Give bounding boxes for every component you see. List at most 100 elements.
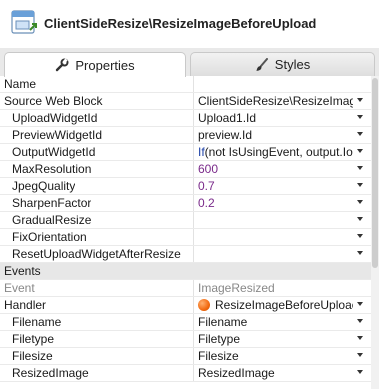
property-name: ResetUploadWidgetAfterResize bbox=[12, 247, 181, 261]
property-value[interactable] bbox=[198, 76, 353, 92]
property-value[interactable]: Filetype bbox=[198, 331, 353, 347]
dropdown-arrow-icon[interactable] bbox=[357, 353, 363, 357]
property-value[interactable]: 600 bbox=[198, 161, 353, 177]
tab-properties[interactable]: Properties bbox=[4, 52, 186, 77]
tab-styles-label: Styles bbox=[274, 57, 311, 72]
property-name: SharpenFactor bbox=[12, 196, 92, 210]
tab-bar: Properties Styles bbox=[0, 48, 379, 77]
column-divider bbox=[193, 144, 194, 160]
property-name: Name bbox=[4, 77, 37, 91]
column-divider bbox=[193, 314, 194, 330]
property-row[interactable]: UploadWidgetId Upload1.Id bbox=[0, 110, 379, 127]
expression-text: (not IsUsingEvent, output.Io bbox=[204, 145, 353, 159]
dropdown-arrow-icon[interactable] bbox=[357, 115, 363, 119]
property-value[interactable]: 0.2 bbox=[198, 195, 353, 211]
property-name: Event bbox=[4, 281, 35, 295]
dropdown-arrow-icon[interactable] bbox=[357, 200, 363, 204]
property-value[interactable]: ResizedImage bbox=[198, 365, 353, 381]
property-name: JpegQuality bbox=[12, 179, 76, 193]
expression-keyword: If bbox=[198, 145, 205, 159]
property-value[interactable]: preview.Id bbox=[198, 127, 353, 143]
dropdown-arrow-icon[interactable] bbox=[357, 217, 363, 221]
property-row[interactable]: Filetype Filetype bbox=[0, 331, 379, 348]
property-grid: Name Source Web Block ClientSideResize\Res… bbox=[0, 76, 379, 389]
property-name: MaxResolution bbox=[12, 162, 92, 176]
property-row[interactable]: MaxResolution 600 bbox=[0, 161, 379, 178]
dropdown-arrow-icon[interactable] bbox=[357, 370, 363, 374]
panel-header: ClientSideResize\ResizeImageBeforeUpload bbox=[0, 0, 379, 48]
column-divider bbox=[193, 365, 194, 381]
scrollbar-thumb[interactable] bbox=[372, 78, 378, 268]
column-divider bbox=[193, 76, 194, 92]
property-name: GradualResize bbox=[12, 213, 92, 227]
tab-styles[interactable]: Styles bbox=[190, 52, 375, 76]
property-value[interactable]: Upload1.Id bbox=[198, 110, 353, 126]
property-name: Filename bbox=[12, 315, 62, 329]
column-divider bbox=[193, 280, 194, 296]
property-name: Source Web Block bbox=[4, 94, 103, 108]
action-icon bbox=[198, 299, 210, 311]
property-value[interactable] bbox=[198, 229, 353, 245]
property-name: OutputWidgetId bbox=[12, 145, 96, 159]
property-value[interactable]: ClientSideResize\ResizeImage bbox=[198, 93, 353, 109]
section-label: Events bbox=[4, 264, 41, 278]
property-row[interactable]: Filesize Filesize bbox=[0, 348, 379, 365]
column-divider bbox=[193, 331, 194, 347]
property-name: ResizedImage bbox=[12, 366, 89, 380]
property-name: Filesize bbox=[12, 349, 53, 363]
property-row[interactable]: OutputWidgetId If(not IsUsingEvent, outpu… bbox=[0, 144, 379, 161]
web-block-icon bbox=[11, 10, 37, 34]
property-name: PreviewWidgetId bbox=[12, 128, 103, 142]
property-row[interactable]: ResizedImage ResizedImage bbox=[0, 365, 379, 382]
property-row[interactable]: PreviewWidgetId preview.Id bbox=[0, 127, 379, 144]
property-row[interactable]: Event ImageResized bbox=[0, 280, 379, 297]
property-row[interactable]: SharpenFactor 0.2 bbox=[0, 195, 379, 212]
property-row[interactable]: GradualResize bbox=[0, 212, 379, 229]
property-row[interactable]: Handler ResizeImageBeforeUploac bbox=[0, 297, 379, 314]
dropdown-arrow-icon[interactable] bbox=[357, 166, 363, 170]
dropdown-arrow-icon[interactable] bbox=[357, 132, 363, 136]
dropdown-arrow-icon[interactable] bbox=[357, 336, 363, 340]
dropdown-arrow-icon[interactable] bbox=[357, 183, 363, 187]
column-divider bbox=[193, 246, 194, 262]
handler-name: ResizeImageBeforeUploac bbox=[215, 298, 353, 312]
property-value[interactable]: Filename bbox=[198, 314, 353, 330]
column-divider bbox=[193, 212, 194, 228]
property-row[interactable]: JpegQuality 0.7 bbox=[0, 178, 379, 195]
property-name: Filetype bbox=[12, 332, 55, 346]
property-name: FixOrientation bbox=[12, 230, 87, 244]
property-value[interactable] bbox=[198, 212, 353, 228]
dropdown-arrow-icon[interactable] bbox=[357, 98, 363, 102]
property-value[interactable]: 0.7 bbox=[198, 178, 353, 194]
dropdown-arrow-icon[interactable] bbox=[357, 234, 363, 238]
property-row[interactable]: Filename Filename bbox=[0, 314, 379, 331]
dropdown-arrow-icon[interactable] bbox=[357, 302, 363, 306]
tab-properties-label: Properties bbox=[75, 57, 135, 73]
column-divider bbox=[193, 229, 194, 245]
property-value[interactable]: ImageResized bbox=[198, 280, 353, 296]
column-divider bbox=[193, 93, 194, 109]
property-value[interactable]: Filesize bbox=[198, 348, 353, 364]
property-name: UploadWidgetId bbox=[12, 111, 98, 125]
property-row[interactable]: FixOrientation bbox=[0, 229, 379, 246]
property-row[interactable]: Name bbox=[0, 76, 379, 93]
property-value[interactable] bbox=[198, 246, 353, 262]
column-divider bbox=[193, 195, 194, 211]
column-divider bbox=[193, 178, 194, 194]
property-value[interactable]: ResizeImageBeforeUploac bbox=[198, 297, 353, 313]
web-block-title: ClientSideResize\ResizeImageBeforeUpload bbox=[44, 16, 317, 31]
dropdown-arrow-icon[interactable] bbox=[357, 251, 363, 255]
property-row[interactable]: ResetUploadWidgetAfterResize bbox=[0, 246, 379, 263]
vertical-scrollbar[interactable] bbox=[371, 76, 379, 389]
column-divider bbox=[193, 348, 194, 364]
property-value[interactable]: If(not IsUsingEvent, output.Io bbox=[198, 144, 353, 160]
dropdown-arrow-icon[interactable] bbox=[357, 149, 363, 153]
section-header: Events bbox=[0, 263, 379, 280]
property-row[interactable]: Source Web Block ClientSideResize\ResizeI… bbox=[0, 93, 379, 110]
column-divider bbox=[193, 110, 194, 126]
dropdown-arrow-icon[interactable] bbox=[357, 319, 363, 323]
column-divider bbox=[193, 297, 194, 313]
brush-icon bbox=[256, 57, 268, 71]
wrench-icon bbox=[56, 58, 69, 72]
column-divider bbox=[193, 127, 194, 143]
